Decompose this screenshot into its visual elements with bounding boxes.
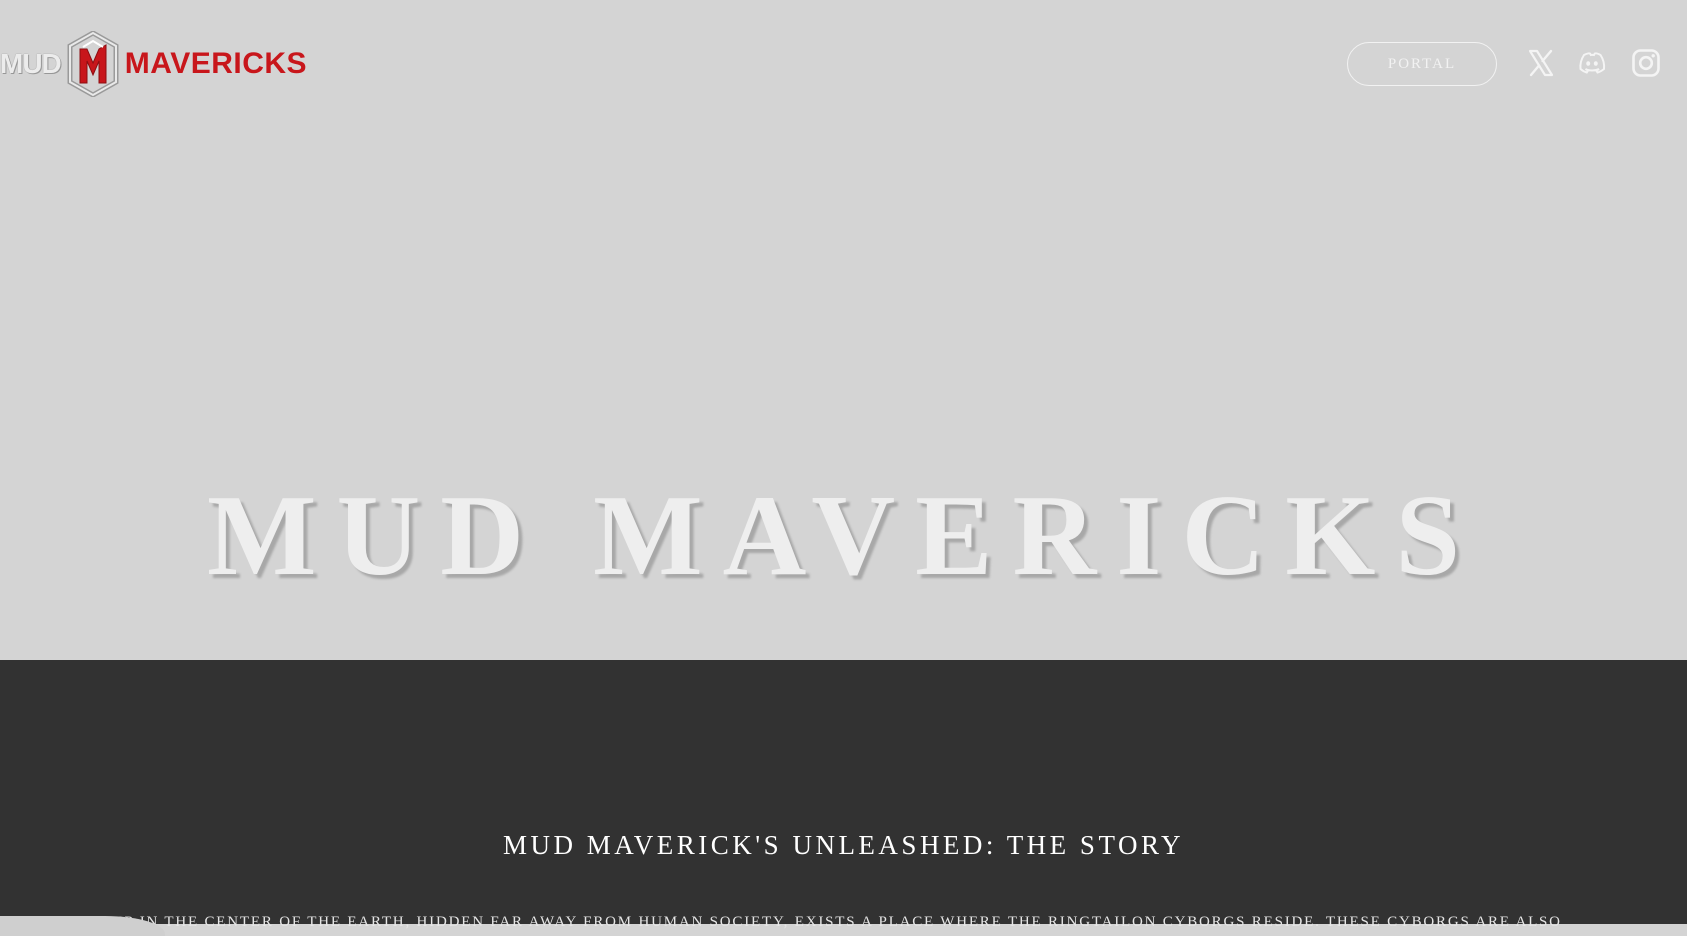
- discord-icon: [1579, 52, 1606, 74]
- story-paragraph: DEEP IN THE CENTER OF THE EARTH, HIDDEN …: [90, 914, 1562, 930]
- logo-text-mud: MUD: [0, 48, 62, 79]
- site-logo[interactable]: MUD MAVERICKS: [0, 30, 307, 98]
- mm-emblem-icon: [67, 31, 119, 97]
- x-twitter-link[interactable]: [1523, 45, 1559, 81]
- instagram-icon: [1632, 49, 1660, 77]
- instagram-link[interactable]: [1628, 45, 1664, 81]
- x-twitter-icon: [1528, 49, 1554, 77]
- hero-section: MUD MAVERICKS PORTAL MUD MAVERICKS: [0, 0, 1687, 660]
- story-heading: MUD MAVERICK'S UNLEASHED: THE STORY: [503, 830, 1184, 860]
- portal-button[interactable]: PORTAL: [1347, 42, 1497, 86]
- logo-text-mavericks: MAVERICKS: [124, 47, 308, 80]
- story-section: MUD MAVERICK'S UNLEASHED: THE STORY DEEP…: [0, 660, 1687, 930]
- discord-link[interactable]: [1574, 45, 1610, 81]
- decorative-corner-shape: [0, 916, 165, 936]
- hero-title: MUD MAVERICKS: [207, 472, 1480, 600]
